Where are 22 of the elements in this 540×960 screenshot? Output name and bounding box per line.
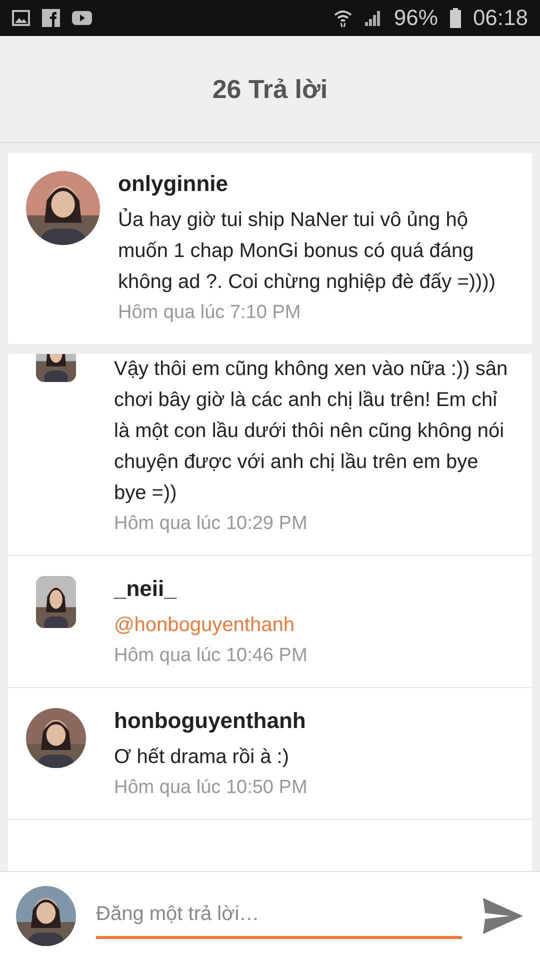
wifi-icon [334,9,352,27]
battery-icon [450,8,461,28]
author-name: honboguyenthanh [114,708,307,734]
reply-input[interactable]: Đăng một trả lời… [96,903,462,926]
author-name: onlyginnie [118,171,229,197]
reply-text: Ơ hết drama rồi à :) [114,745,290,770]
comment-time: Hôm qua lúc 7:10 PM [118,302,302,324]
facebook-icon [42,9,60,27]
signal-icon [364,9,382,27]
image-icon [12,10,30,26]
reply-time: Hôm qua lúc 10:29 PM [114,513,308,535]
comment-text: Ủa hay giờ tui ship NaNer tui vô ủng hộ muốn 1 chap MonGi bonus có quá đáng không ad ?. Coi chừng nghiệp đè đấy =)))) [118,207,497,295]
play-icon [72,11,92,25]
mention-link[interactable]: @honboguyenthanh [114,610,514,641]
author-name: _neii_ [114,576,178,602]
replies-title: 26 Trả lời [212,74,328,104]
reply-text: Vậy thôi em cũng không xen vào nữa :)) sân chơi bây giờ là các anh chị lầu trên! Em chỉ là một con lầu dưới thôi nên cũng không nói chuyện được với anh chị lầu trên em bye bye =)) [114,357,509,506]
clock: 06:18 [472,5,528,31]
send-button[interactable] [482,897,524,935]
reply-time: Hôm qua lúc 10:46 PM [114,645,308,667]
battery-percent: 96% [394,5,438,31]
reply-time: Hôm qua lúc 10:50 PM [114,777,308,799]
